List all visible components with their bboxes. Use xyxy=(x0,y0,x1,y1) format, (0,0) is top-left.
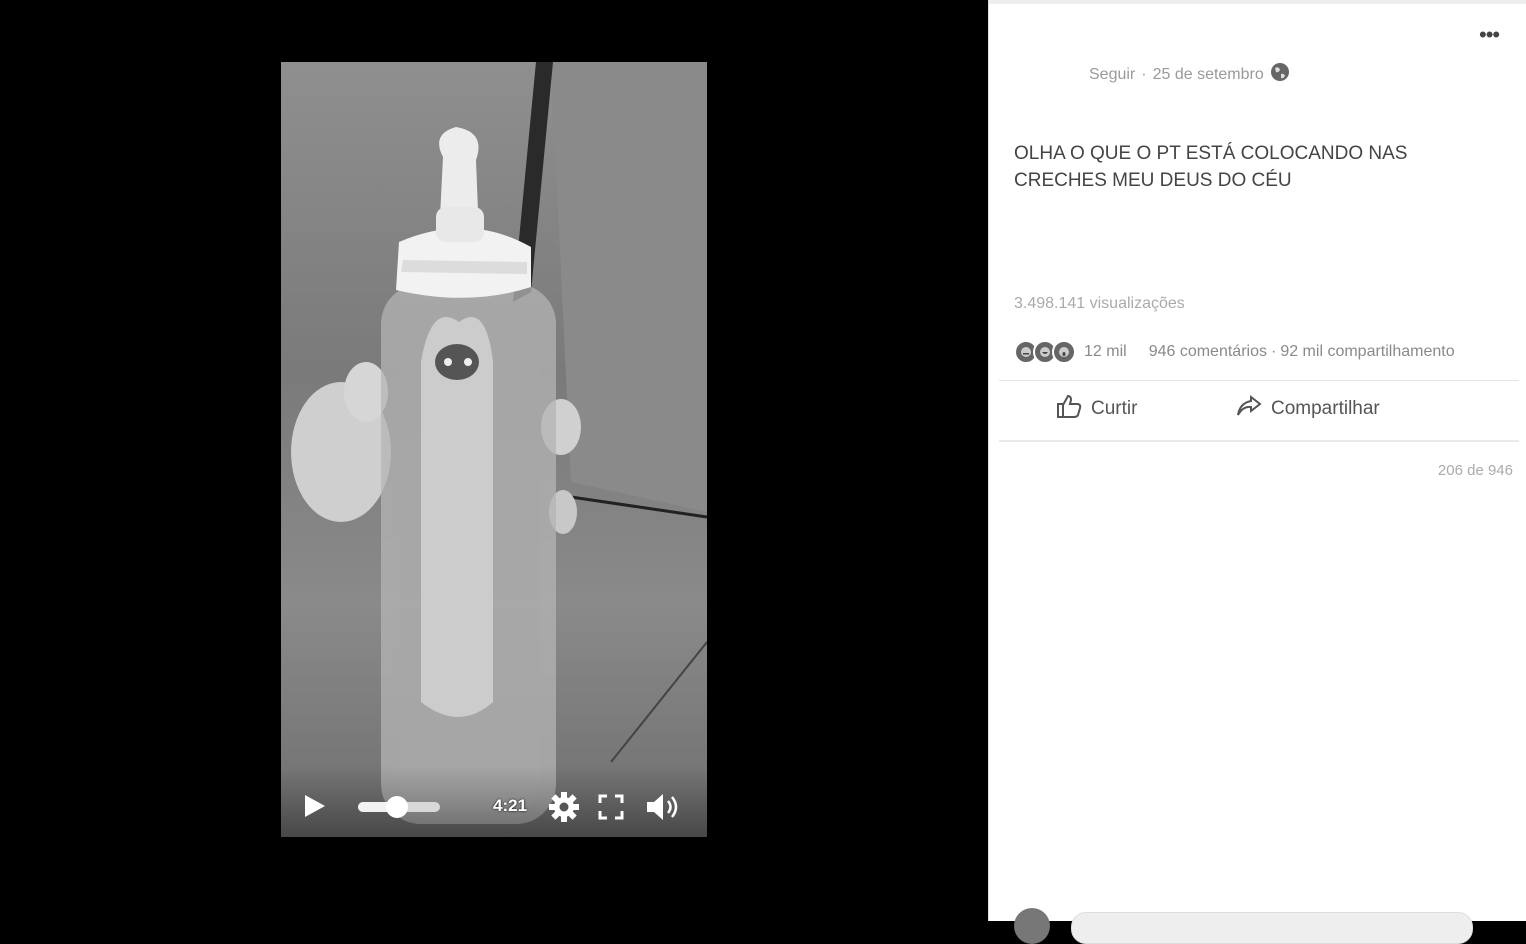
comment-input[interactable] xyxy=(1071,912,1473,944)
like-label: Curtir xyxy=(1091,398,1138,419)
like-button[interactable]: Curtir xyxy=(1055,392,1137,426)
view-count: 3.498.141 visualizações xyxy=(1014,295,1185,312)
volume-icon[interactable] xyxy=(645,791,683,823)
comments-count[interactable]: 946 comentários xyxy=(1149,343,1267,361)
avatar xyxy=(1014,908,1050,944)
thumbs-up-icon xyxy=(1055,392,1083,426)
reaction-icons[interactable] xyxy=(1014,340,1076,364)
engagement-stats: 12 mil 946 comentários · 92 mil comparti… xyxy=(1014,340,1514,364)
gear-icon[interactable] xyxy=(548,791,580,823)
media-viewer: 4:21 xyxy=(0,0,988,921)
panel-top-border xyxy=(989,0,1526,4)
post-date[interactable]: 25 de setembro xyxy=(1153,66,1264,84)
post-text: OLHA O QUE O PT ESTÁ COLOCANDO NAS CRECH… xyxy=(1014,143,1408,191)
reactions-count[interactable]: 12 mil xyxy=(1084,343,1127,361)
divider xyxy=(999,440,1519,442)
shares-count[interactable]: 92 mil compartilhamento xyxy=(1280,343,1454,361)
post-meta: Seguir · 25 de setembro xyxy=(1089,62,1290,87)
action-bar: Curtir Compartilhar xyxy=(989,392,1526,432)
follow-link[interactable]: Seguir xyxy=(1089,66,1135,84)
comment-pagination[interactable]: 206 de 946 xyxy=(1438,462,1513,479)
video-frame xyxy=(291,62,707,824)
meta-separator: · xyxy=(1141,65,1147,83)
video-player[interactable]: 4:21 xyxy=(281,62,707,837)
wow-reaction-icon xyxy=(1052,340,1076,364)
scrubber-knob[interactable] xyxy=(385,796,408,818)
video-time: 4:21 xyxy=(493,796,528,815)
share-label: Compartilhar xyxy=(1271,398,1380,419)
video-scrubber[interactable] xyxy=(358,796,440,818)
more-options-button[interactable]: ••• xyxy=(1479,24,1500,46)
fullscreen-icon[interactable] xyxy=(598,794,624,820)
stats-separator-2: · xyxy=(1270,343,1277,360)
globe-icon xyxy=(1270,62,1290,87)
divider xyxy=(999,380,1519,381)
video-controls: 4:21 xyxy=(281,767,707,837)
share-icon xyxy=(1235,392,1263,426)
post-panel: ••• Seguir · 25 de setembro OLHA O QUE O… xyxy=(988,0,1526,944)
share-button[interactable]: Compartilhar xyxy=(1235,392,1380,426)
play-icon[interactable] xyxy=(301,793,327,819)
